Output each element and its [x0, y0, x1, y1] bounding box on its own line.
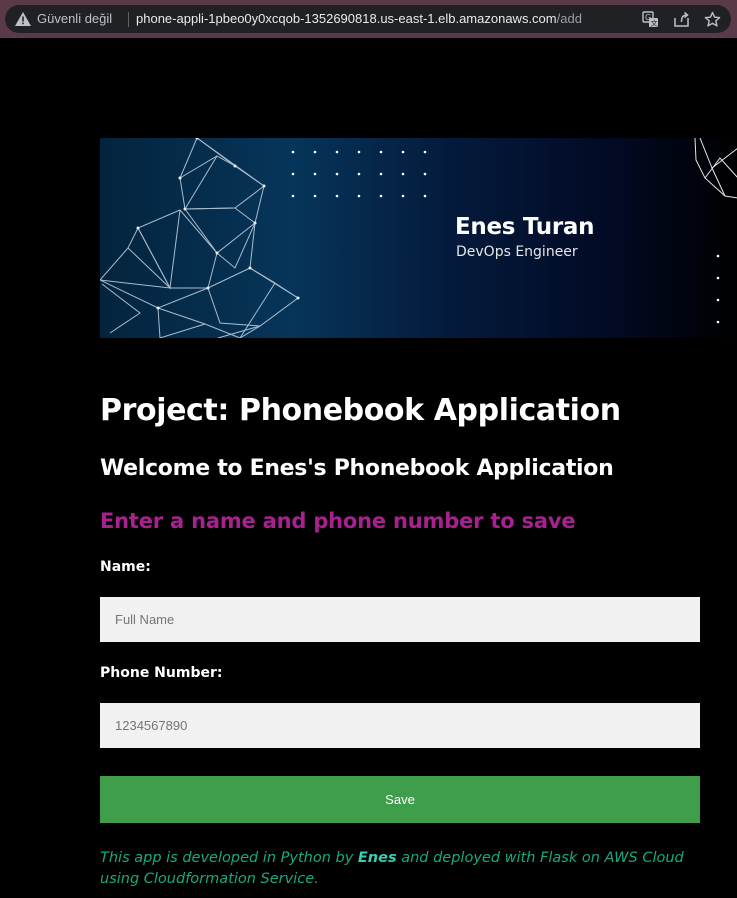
save-button[interactable]: Save: [100, 776, 700, 823]
bookmark-star-icon[interactable]: [704, 11, 721, 28]
warning-icon[interactable]: [15, 12, 31, 26]
name-input[interactable]: [100, 597, 700, 642]
address-bar[interactable]: Güvenli değil phone-appli-1pbeo0y0xcqob-…: [5, 5, 731, 33]
page-title: Project: Phonebook Application: [100, 393, 621, 428]
footer-note: This app is developed in Python by Enes …: [100, 848, 710, 890]
phone-input[interactable]: [100, 703, 700, 748]
translate-icon[interactable]: G 文: [642, 11, 659, 28]
share-icon[interactable]: [673, 11, 690, 28]
security-status-text[interactable]: Güvenli değil: [37, 11, 112, 27]
url-host: phone-appli-1pbeo0y0xcqob-1352690818.us-…: [136, 11, 557, 26]
url-path: /add: [556, 11, 582, 26]
footer-author: Enes: [357, 850, 397, 866]
url-text[interactable]: phone-appli-1pbeo0y0xcqob-1352690818.us-…: [136, 11, 618, 27]
svg-text:文: 文: [651, 19, 658, 28]
footer-text-start: This app is developed in Python by: [100, 850, 358, 866]
welcome-heading: Welcome to Enes's Phonebook Application: [100, 456, 614, 481]
header-banner: Enes Turan DevOps Engineer: [100, 138, 737, 338]
banner-name: Enes Turan: [455, 214, 595, 240]
name-label: Name:: [100, 559, 151, 575]
network-graphic: [100, 138, 737, 338]
banner-role: DevOps Engineer: [456, 244, 578, 260]
instruction-heading: Enter a name and phone number to save: [100, 509, 576, 533]
phone-label: Phone Number:: [100, 665, 223, 681]
browser-toolbar: Güvenli değil phone-appli-1pbeo0y0xcqob-…: [0, 0, 737, 38]
address-separator: [128, 12, 129, 27]
